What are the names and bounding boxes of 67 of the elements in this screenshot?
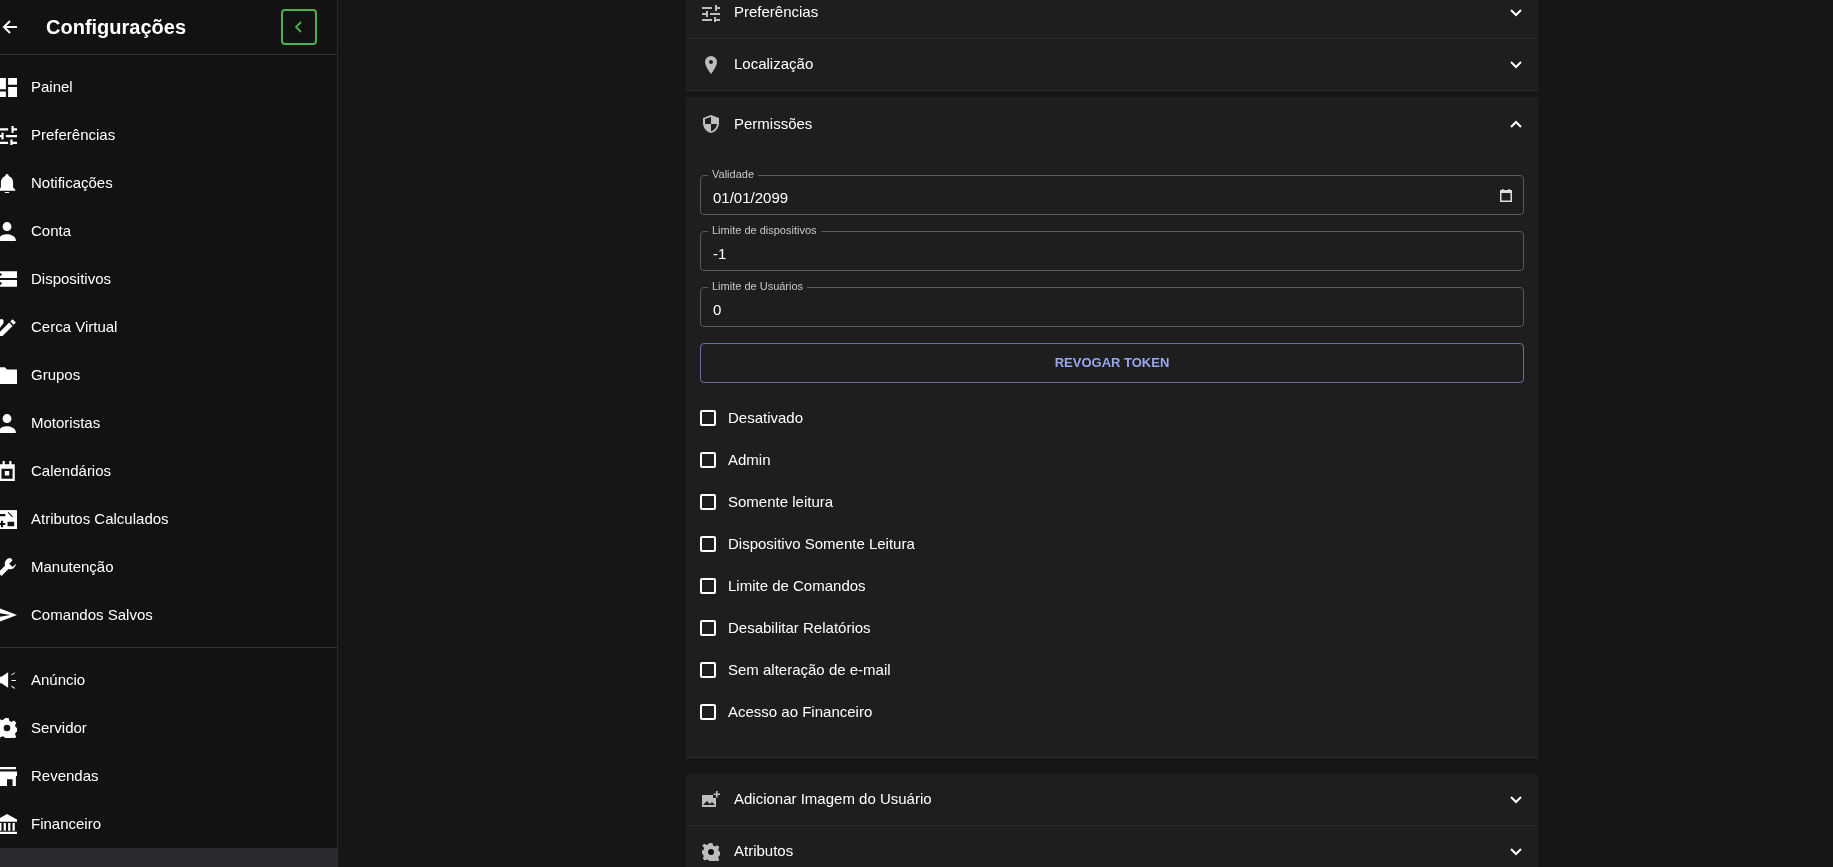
megaphone-icon <box>0 670 17 690</box>
sidebar-item[interactable]: Atributos Calculados <box>0 495 337 543</box>
back-arrow-icon[interactable] <box>2 19 18 35</box>
sidebar-item[interactable]: Calendários <box>0 447 337 495</box>
sidebar-title: Configurações <box>46 15 187 40</box>
field-label: Limite de Usuários <box>708 279 808 293</box>
sidebar-item[interactable]: Grupos <box>0 351 337 399</box>
checkbox[interactable] <box>700 410 716 426</box>
wrench-icon <box>0 557 17 577</box>
checkbox[interactable] <box>700 704 716 720</box>
checkbox[interactable] <box>700 536 716 552</box>
shield-icon <box>702 115 720 133</box>
add-image-icon <box>702 790 720 809</box>
checkbox-label: Somente leitura <box>728 491 834 512</box>
person-icon <box>0 221 17 241</box>
sidebar-item[interactable]: Painel <box>0 63 337 111</box>
checkbox-label: Desativado <box>728 407 804 428</box>
accordion-header[interactable]: Preferências <box>686 0 1538 39</box>
sidebar-item[interactable]: Financeiro <box>0 800 337 848</box>
sidebar-item[interactable]: Notificações <box>0 159 337 207</box>
accordion-header[interactable]: Atributos <box>686 826 1538 867</box>
calendar-icon <box>0 461 17 481</box>
checkbox[interactable] <box>700 494 716 510</box>
checkbox[interactable] <box>700 578 716 594</box>
sidebar-item[interactable]: Anúncio <box>0 656 337 704</box>
field-label: Limite de dispositivos <box>708 223 821 237</box>
sidebar-item[interactable]: Servidor <box>0 704 337 752</box>
section-title: Permissões <box>734 113 813 134</box>
checkbox-label: Sem alteração de e-mail <box>728 659 891 680</box>
storefront-icon <box>0 766 17 786</box>
gear-icon <box>702 842 720 861</box>
sidebar-item[interactable]: Manutenção <box>0 543 337 591</box>
person-icon <box>0 413 17 433</box>
dashboard-icon <box>0 77 17 97</box>
section-title: Preferências <box>734 2 819 23</box>
checkbox-label: Desabilitar Relatórios <box>728 617 871 638</box>
sidebar-item[interactable]: Dispositivos <box>0 255 337 303</box>
accordion-header[interactable]: Adicionar Imagem do Usuário <box>686 774 1538 826</box>
checkbox[interactable] <box>700 620 716 636</box>
checkbox[interactable] <box>700 452 716 468</box>
checkbox[interactable] <box>700 662 716 678</box>
checkbox-label: Acesso ao Financeiro <box>728 701 873 722</box>
revoke-token-button[interactable]: REVOGAR TOKEN <box>700 343 1524 383</box>
accordion-header[interactable]: Localização <box>686 39 1538 91</box>
bank-icon <box>0 814 17 834</box>
sliders-icon <box>0 125 17 145</box>
location-pin-icon <box>702 55 720 74</box>
sidebar-item[interactable]: Preferências <box>0 111 337 159</box>
checkbox-label: Dispositivo Somente Leitura <box>728 533 915 554</box>
calendar-icon[interactable] <box>1500 189 1512 202</box>
section-title: Localização <box>734 54 814 75</box>
folder-icon <box>0 365 17 385</box>
section-title: Atributos <box>734 841 794 862</box>
sidebar-item[interactable]: Motoristas <box>0 399 337 447</box>
sidebar-item[interactable]: Conta <box>0 207 337 255</box>
chevron-left-icon <box>295 21 303 33</box>
checkbox-label: Limite de Comandos <box>728 575 866 596</box>
checkbox-label: Admin <box>728 449 771 470</box>
sliders-icon <box>702 3 720 22</box>
field-label: Validade <box>708 167 758 181</box>
sidebar-item[interactable]: Comandos Salvos <box>0 591 337 639</box>
pencil-icon <box>0 317 17 337</box>
sidebar-item[interactable]: Cerca Virtual <box>0 303 337 351</box>
sidebar-item[interactable]: Revendas <box>0 752 337 800</box>
bell-icon <box>0 173 17 193</box>
collapse-button[interactable] <box>281 9 317 45</box>
section-title: Adicionar Imagem do Usuário <box>734 789 932 810</box>
